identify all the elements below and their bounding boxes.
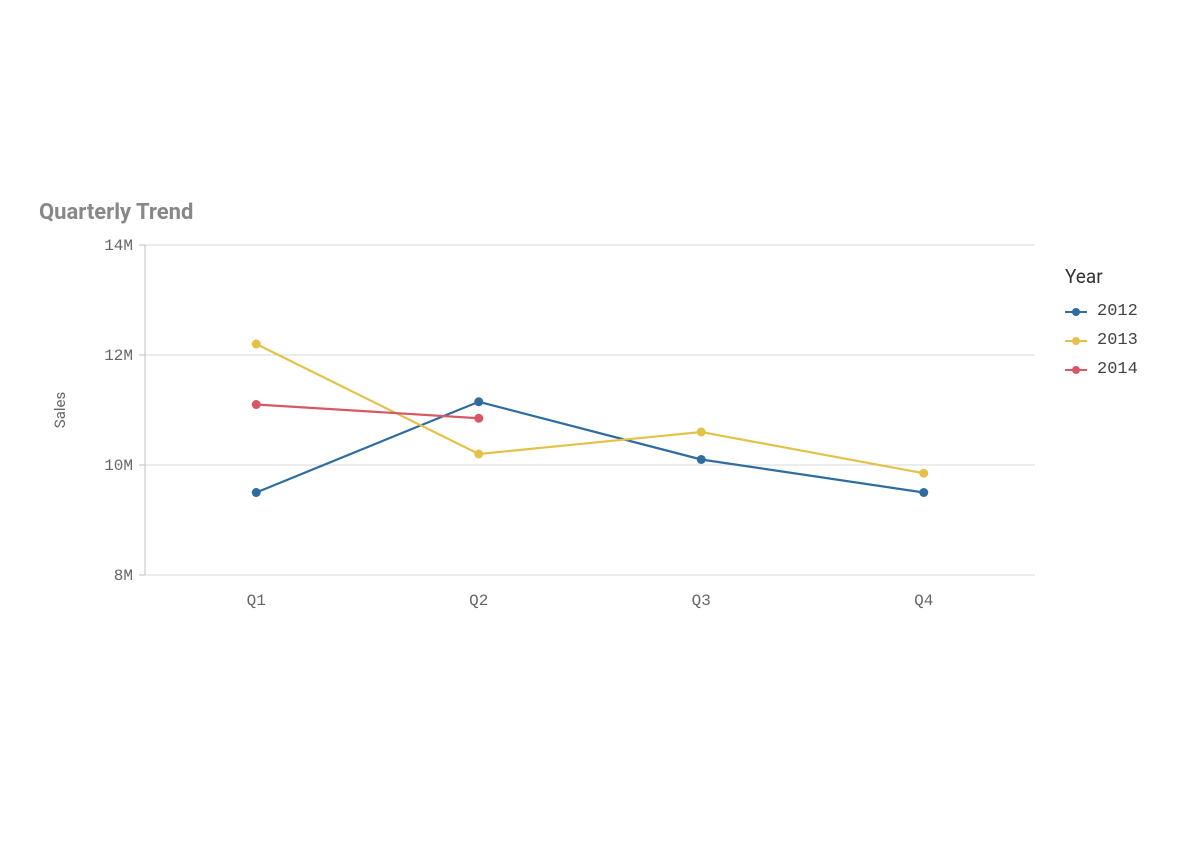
- svg-text:12M: 12M: [104, 347, 133, 365]
- series-point-2013: [252, 340, 261, 349]
- legend-label: 2014: [1097, 360, 1138, 379]
- legend-item-2014[interactable]: 2014: [1065, 360, 1138, 379]
- legend-swatch-icon: [1065, 365, 1087, 375]
- legend-title: Year: [1065, 265, 1138, 288]
- legend-swatch-icon: [1065, 307, 1087, 317]
- series-line-2014: [256, 405, 479, 419]
- series-point-2014: [252, 400, 261, 409]
- svg-text:Q2: Q2: [469, 592, 488, 610]
- chart-title: Quarterly Trend: [39, 200, 1165, 225]
- series-line-2013: [256, 344, 924, 473]
- quarterly-trend-chart: Quarterly Trend 8M 10M 12M 14M Q1 Q2 Q3 Q4 Sales…: [35, 200, 1165, 625]
- series-line-2012: [256, 402, 924, 493]
- chart-plot: 8M 10M 12M 14M Q1 Q2 Q3 Q4 Sales: [35, 235, 1045, 625]
- legend-item-2012[interactable]: 2012: [1065, 302, 1138, 321]
- svg-text:Q1: Q1: [247, 592, 266, 610]
- series-point-2012: [252, 488, 261, 497]
- svg-text:8M: 8M: [114, 567, 133, 585]
- series-point-2013: [474, 450, 483, 459]
- svg-text:10M: 10M: [104, 457, 133, 475]
- series-point-2014: [474, 414, 483, 423]
- legend-label: 2012: [1097, 302, 1138, 321]
- legend-item-2013[interactable]: 2013: [1065, 331, 1138, 350]
- series-point-2013: [919, 469, 928, 478]
- svg-text:Q4: Q4: [914, 592, 933, 610]
- svg-text:14M: 14M: [104, 237, 133, 255]
- series-point-2012: [919, 488, 928, 497]
- svg-text:Q3: Q3: [692, 592, 711, 610]
- chart-legend: Year 2012 2013 2014: [1065, 265, 1138, 389]
- series-point-2012: [697, 455, 706, 464]
- series-point-2012: [474, 397, 483, 406]
- legend-label: 2013: [1097, 331, 1138, 350]
- legend-swatch-icon: [1065, 336, 1087, 346]
- svg-text:Sales: Sales: [51, 392, 69, 428]
- series-point-2013: [697, 428, 706, 437]
